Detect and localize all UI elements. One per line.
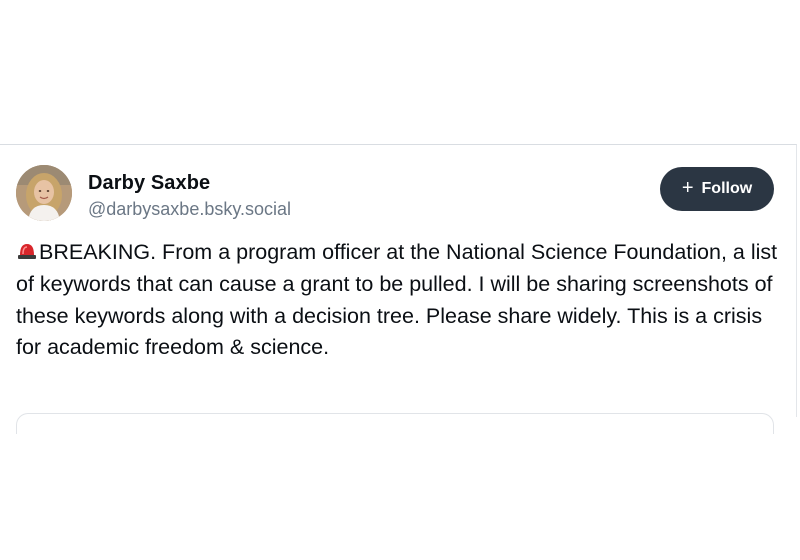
follow-button[interactable]: + Follow: [660, 167, 774, 211]
follow-button-label: Follow: [701, 180, 753, 197]
author-block: Darby Saxbe @darbysaxbe.bsky.social: [88, 171, 291, 220]
post-header: Darby Saxbe @darbysaxbe.bsky.social + Fo…: [16, 165, 774, 225]
plus-icon: +: [681, 177, 694, 199]
post-card[interactable]: Darby Saxbe @darbysaxbe.bsky.social + Fo…: [0, 144, 797, 434]
author-display-name[interactable]: Darby Saxbe: [88, 171, 291, 195]
post-body-text: BREAKING. From a program officer at the …: [16, 240, 778, 360]
police-siren-emoji-icon: [18, 244, 36, 259]
avatar[interactable]: [16, 165, 72, 221]
post-text-container: BREAKING. From a program officer at the …: [16, 237, 782, 364]
page: Darby Saxbe @darbysaxbe.bsky.social + Fo…: [0, 0, 800, 560]
author-handle[interactable]: @darbysaxbe.bsky.social: [88, 198, 291, 220]
embed-card[interactable]: [16, 413, 774, 434]
profile-photo-icon: [16, 165, 72, 221]
